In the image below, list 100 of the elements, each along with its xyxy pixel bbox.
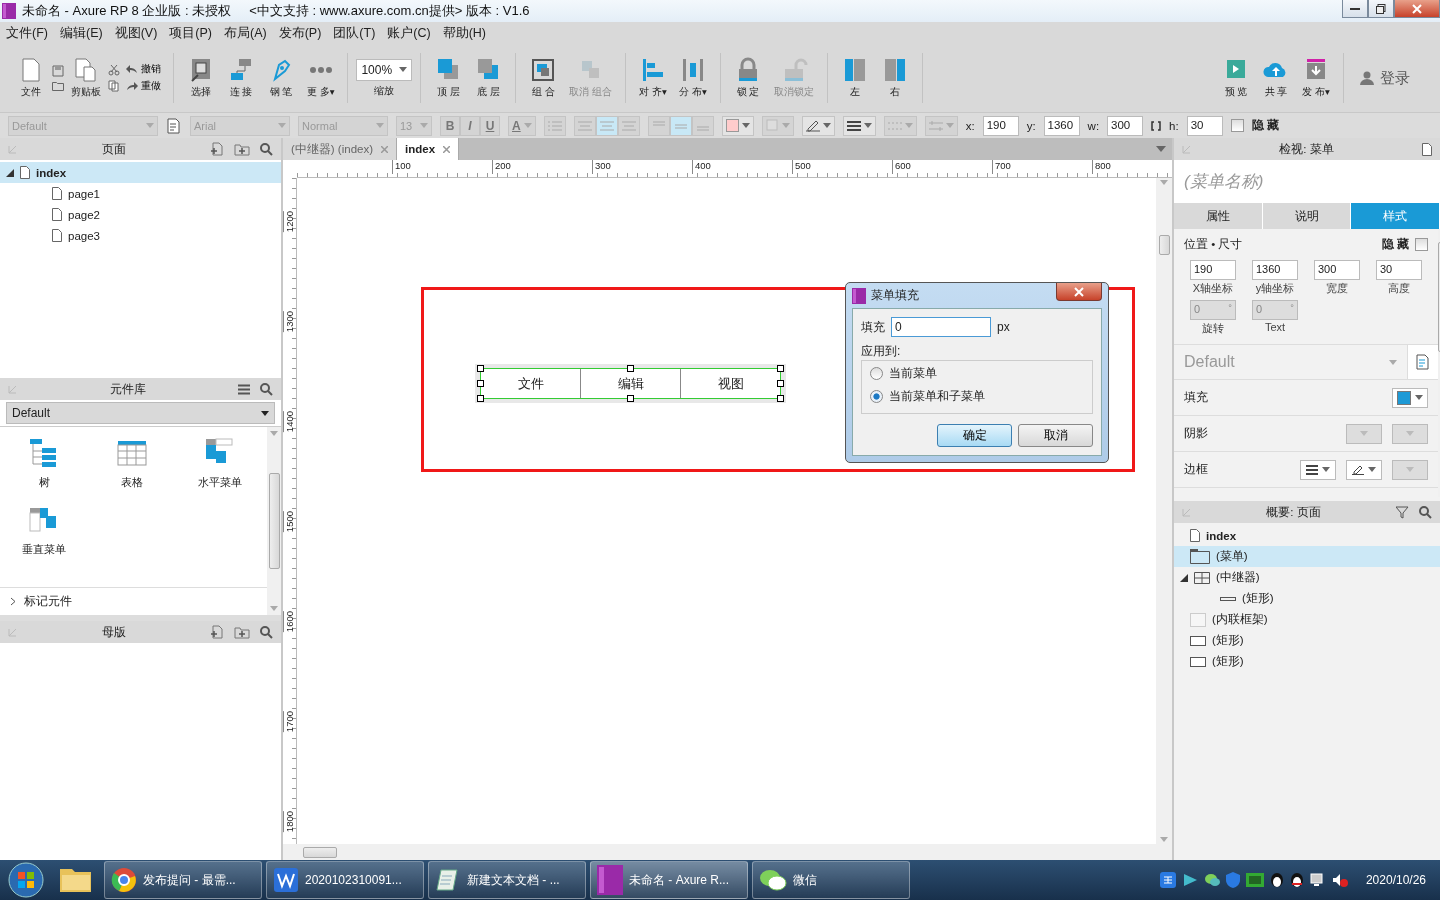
start-button[interactable] [6,861,46,899]
scrollbar[interactable] [283,844,1172,860]
menu-item[interactable]: 项目(P) [169,24,212,42]
close-button[interactable] [1056,283,1102,301]
resize-handle[interactable] [477,380,484,387]
document-tab[interactable]: (中继器) (index) [283,138,397,160]
scroll-thumb[interactable] [1158,235,1170,255]
geometry-field[interactable]: 1360 [1252,260,1298,280]
menu-item[interactable]: 布局(A) [224,24,267,42]
taskbar-item[interactable]: 未命名 - Axure R... [590,861,748,899]
toolbar-button[interactable]: 选择 [182,55,220,101]
toolbar-button[interactable]: 更 多▾ [302,55,340,101]
play-icon[interactable] [1181,872,1198,888]
radio-button[interactable] [870,367,883,380]
toolbar-button[interactable]: 钢 笔 [262,55,300,101]
page-tree-item[interactable]: page3 [0,225,281,246]
geometry-field[interactable]: 300 [1107,115,1144,136]
resize-handle[interactable] [477,395,484,402]
inspector-tab[interactable]: 说明 [1262,203,1352,229]
search-icon[interactable] [260,382,273,396]
geometry-field[interactable]: 190 [1190,260,1236,280]
dialog-button[interactable]: 确定 [937,424,1012,447]
network-icon[interactable] [1309,873,1326,887]
geometry-field[interactable]: 30 [1376,260,1422,280]
taskbar-item[interactable]: 微信 [752,861,910,899]
dialog-button[interactable]: 取消 [1018,424,1093,447]
scrollbar[interactable] [267,427,281,615]
library-select[interactable]: Default [6,402,275,424]
resize-handle[interactable] [477,365,484,372]
volume-muted-icon[interactable] [1331,873,1348,887]
outline-item[interactable]: (内联框架) [1174,609,1440,630]
add-folder-icon[interactable] [234,625,250,639]
toolbar-button[interactable]: 组 合 [524,55,563,101]
zoom-select[interactable]: 100% [356,58,413,81]
shield-icon[interactable] [1225,872,1240,888]
redo-button[interactable]: 重做 [122,80,165,93]
scroll-thumb[interactable] [268,473,280,569]
name-field[interactable]: (菜单名称) [1174,160,1440,203]
input-method-icon[interactable] [1159,872,1176,888]
menu-item[interactable]: 团队(T) [333,24,376,42]
border-color-picker[interactable] [1346,459,1382,480]
menu-item[interactable]: 发布(P) [278,24,322,42]
widget-item[interactable]: 表格 [88,437,176,490]
outline-item[interactable]: (中继器) [1174,567,1440,588]
close-icon[interactable] [381,145,388,153]
radio-button[interactable] [870,390,883,403]
inspector-tab[interactable]: 属性 [1174,203,1263,229]
taskbar-item[interactable]: 新建文本文档 - ... [428,861,586,899]
outline-item[interactable]: (矩形) [1174,630,1440,651]
filter-icon[interactable] [1396,505,1409,519]
search-icon[interactable] [260,625,273,639]
border-weight-picker[interactable] [1300,459,1336,480]
hidden-checkbox[interactable] [1415,238,1428,251]
undo-button[interactable]: 撤销 [122,63,165,76]
shadow-color-picker[interactable] [1392,423,1428,444]
close-icon[interactable] [443,145,451,153]
menu-item[interactable]: 编辑(E) [59,24,103,42]
penguin-icon[interactable] [1269,872,1284,888]
fill-color-picker[interactable] [1392,387,1428,408]
resize-handle[interactable] [777,395,784,402]
expand-toggle-icon[interactable] [6,168,14,177]
resize-handle[interactable] [627,395,634,402]
geometry-field[interactable]: 300 [1314,260,1360,280]
toolbar-button[interactable]: 连 接 [222,55,260,101]
fill-color-button[interactable] [721,115,754,136]
toolbar-button[interactable]: 文件 [12,55,50,101]
scroll-thumb[interactable] [303,846,337,858]
search-icon[interactable] [1419,505,1432,519]
add-page-icon[interactable] [210,142,224,156]
toolbar-button[interactable]: 锁 定 [729,55,768,101]
menu-cell[interactable]: 视图 [681,369,780,398]
menu-item[interactable]: 视图(V) [114,24,158,42]
dropdown-icon[interactable] [1156,146,1166,152]
geometry-field[interactable]: 30 [1186,115,1223,136]
toolbar-button[interactable]: 剪贴板 [66,55,106,101]
login-button[interactable]: 登录 [1354,67,1416,89]
toolbar-button[interactable]: 分 布▾ [674,55,713,101]
graphics-icon[interactable] [1245,873,1264,887]
scrollbar[interactable] [1156,178,1172,844]
line-color-button[interactable] [801,115,835,136]
outline-item[interactable]: (矩形) [1174,588,1440,609]
menu-item[interactable]: 账户(C) [387,24,431,42]
taskbar-item[interactable]: 2020102310091... [266,861,424,899]
taskbar-item[interactable]: 发布提问 - 最需... [104,861,262,899]
maximize-button[interactable] [1368,0,1394,18]
outline-item[interactable]: (菜单) [1174,546,1440,567]
geometry-field[interactable]: 190 [982,115,1019,136]
close-button[interactable] [1394,0,1440,18]
menu-item[interactable]: 文件(F) [6,24,48,42]
toolbar-button[interactable]: 左 [836,55,875,101]
penguin-icon[interactable] [1289,872,1304,888]
widget-item[interactable]: 水平菜单 [176,437,264,490]
search-icon[interactable] [260,142,273,156]
add-page-icon[interactable] [210,625,224,639]
menu-item[interactable]: 帮助(H) [442,24,486,42]
toolbar-button[interactable]: 共 享 [1257,55,1295,101]
resize-handle[interactable] [777,365,784,372]
widget-item[interactable]: 垂直菜单 [0,504,88,557]
toolbar-button[interactable]: 预 览 [1217,55,1255,101]
chat-icon[interactable] [1203,872,1220,888]
